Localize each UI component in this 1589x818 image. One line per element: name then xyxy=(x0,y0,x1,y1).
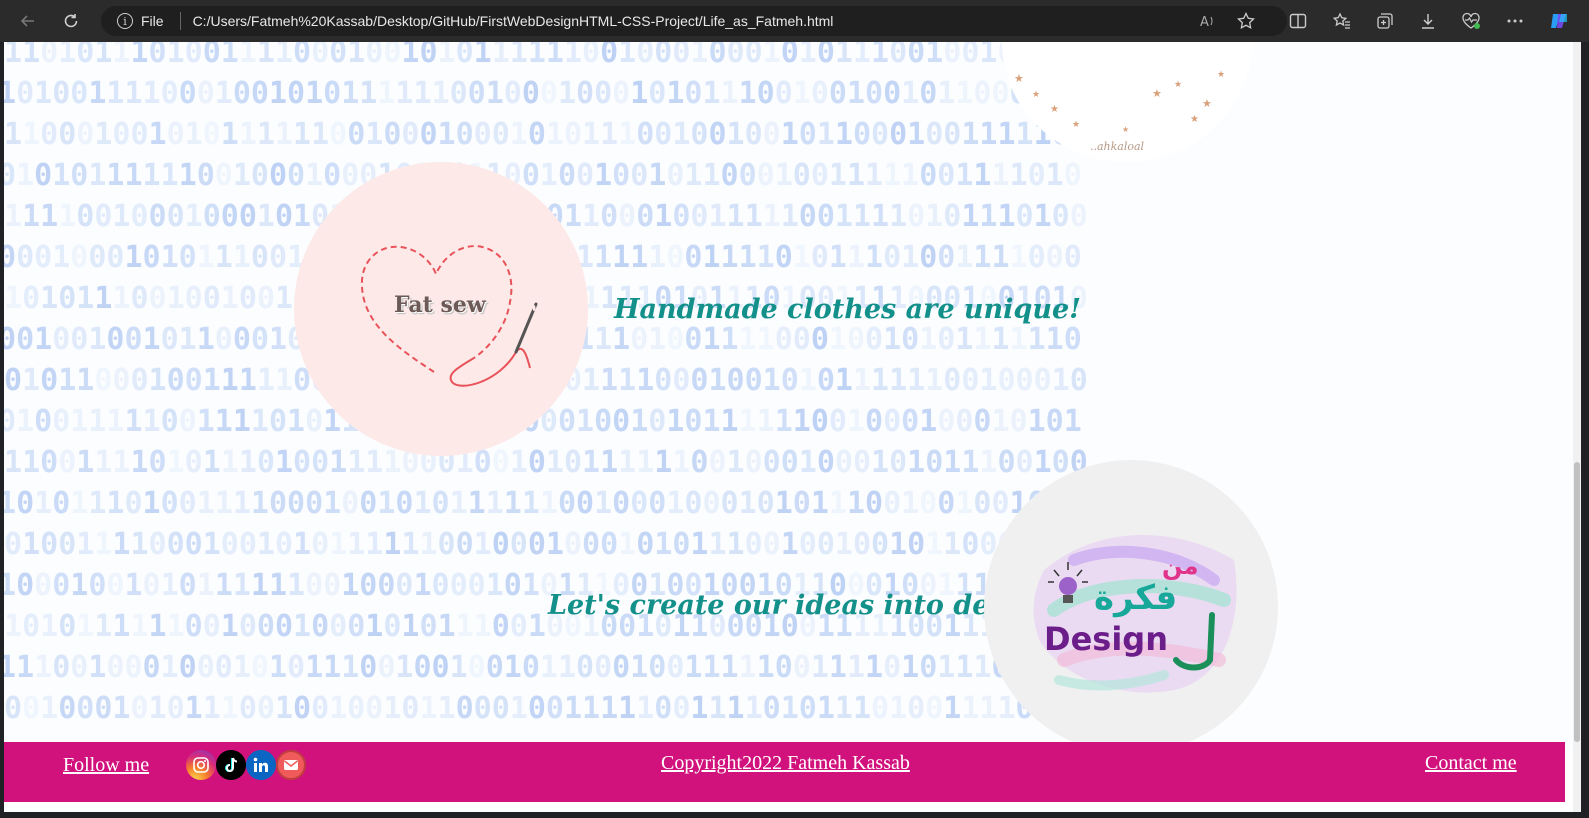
follow-me-link[interactable]: Follow me xyxy=(63,754,149,777)
more-icon[interactable] xyxy=(1503,9,1527,33)
instagram-icon[interactable] xyxy=(186,750,216,780)
binary-row: 1100111101011101001111000100101011111100… xyxy=(4,445,1088,480)
page-viewport: 1101011101001111000100101011111100100010… xyxy=(4,42,1581,812)
binary-row: 1101011101001111000100101011111100100010… xyxy=(4,42,1088,70)
url-text[interactable]: C:/Users/Fatmeh%20Kassab/Desktop/GitHub/… xyxy=(193,13,834,29)
design-logo-arabic-top: من xyxy=(1162,552,1199,580)
binary-row: 1100010010101111110010001000101011100100… xyxy=(4,117,1088,152)
binary-row: 0100111100010010101111110010001000101011… xyxy=(4,527,1088,562)
design-logo: من فكرة Design xyxy=(984,460,1278,754)
address-divider xyxy=(179,12,181,30)
binary-row: 1010111010011110001001010111111001000100… xyxy=(4,486,1082,521)
favorites-icon[interactable] xyxy=(1330,9,1354,33)
tagline-handmade: Handmade clothes are unique! xyxy=(614,294,1081,325)
info-icon[interactable]: i xyxy=(117,13,133,29)
url-scheme-label: File xyxy=(141,13,164,29)
scrollbar-thumb[interactable] xyxy=(1574,462,1580,742)
tiktok-icon[interactable] xyxy=(216,750,246,780)
svg-text:A: A xyxy=(1200,15,1209,29)
binary-row: 1110010001000101011100100100101100010011… xyxy=(4,650,1082,685)
binary-background: 1101011101001111000100101011111100100010… xyxy=(4,42,1581,752)
collections-icon[interactable] xyxy=(1373,9,1397,33)
contact-me-link[interactable]: Contact me xyxy=(1425,752,1517,775)
binary-digits-pattern: 1101011101001111000100101011111100100010… xyxy=(4,42,1088,726)
vertical-scrollbar[interactable] xyxy=(1573,42,1581,812)
svg-text:★: ★ xyxy=(1032,89,1040,99)
read-aloud-icon[interactable]: A xyxy=(1196,9,1220,33)
binary-row: 1010011110001001010111111001000100010101… xyxy=(4,76,1082,111)
design-logo-latin: Design xyxy=(1044,620,1168,658)
split-screen-icon[interactable] xyxy=(1286,9,1310,33)
svg-text:★: ★ xyxy=(1152,88,1162,100)
binary-row: 0010001010111001001001011000100111110011… xyxy=(4,691,1088,726)
svg-text:★: ★ xyxy=(1202,98,1212,110)
copyright-link[interactable]: Copyright2022 Fatmeh Kassab xyxy=(661,752,910,775)
copilot-icon[interactable] xyxy=(1547,9,1571,33)
mail-icon[interactable] xyxy=(276,750,306,780)
svg-text:★: ★ xyxy=(1122,125,1129,134)
back-arrow-icon[interactable] xyxy=(16,9,40,33)
address-bar[interactable]: i File C:/Users/Fatmeh%20Kassab/Desktop/… xyxy=(101,6,1287,36)
svg-text:★: ★ xyxy=(1190,114,1199,125)
svg-text:★: ★ xyxy=(1217,69,1225,79)
design-logo-arabic-main: فكرة xyxy=(1094,578,1178,618)
svg-text:★: ★ xyxy=(1014,73,1024,85)
fat-sew-logo: Fat sew xyxy=(294,162,588,456)
linkedin-icon[interactable] xyxy=(246,750,276,780)
svg-text:★: ★ xyxy=(1050,104,1059,115)
browser-toolbar: i File C:/Users/Fatmeh%20Kassab/Desktop/… xyxy=(0,0,1589,42)
downloads-icon[interactable] xyxy=(1416,9,1440,33)
binary-row: 0101011111100100010001010111001001001011… xyxy=(4,158,1082,193)
svg-text:★: ★ xyxy=(1174,79,1182,89)
svg-text:★: ★ xyxy=(1072,119,1080,129)
fat-sew-logo-text: Fat sew xyxy=(394,292,486,318)
site-footer: Follow me Copyright2022 Fatmeh Kassab Co… xyxy=(4,742,1565,802)
browser-essentials-icon[interactable] xyxy=(1459,9,1483,33)
favorite-star-icon[interactable] xyxy=(1234,9,1258,33)
refresh-icon[interactable] xyxy=(59,9,83,33)
top-logo-script-text: ..ahkaloal xyxy=(1090,140,1145,153)
window-bottom-edge xyxy=(0,812,1589,818)
